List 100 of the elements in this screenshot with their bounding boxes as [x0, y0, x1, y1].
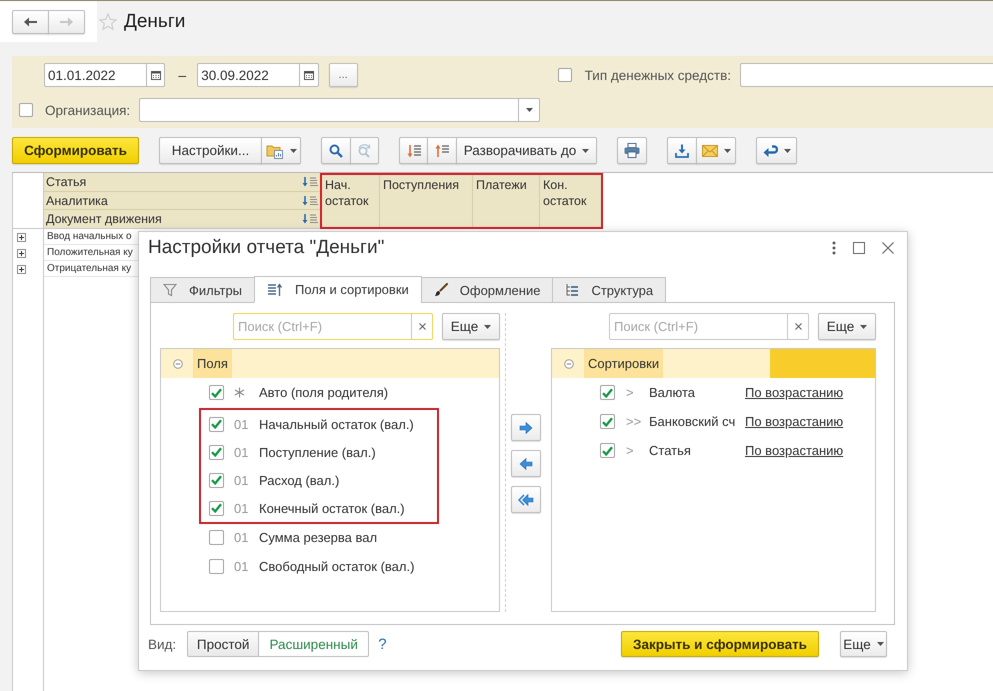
dropdown-button[interactable] — [519, 98, 540, 122]
view-option[interactable]: Расширенный — [258, 631, 370, 657]
caret-icon — [290, 148, 296, 152]
clear-button[interactable] — [411, 313, 433, 340]
caret-icon — [784, 148, 790, 152]
checkmark-icon — [211, 419, 222, 429]
field-name[interactable]: Начальный остаток (вал.) — [259, 416, 414, 432]
field-code: 01 — [234, 444, 248, 460]
header-cell[interactable]: Документ движения — [44, 210, 320, 228]
checkbox[interactable] — [209, 385, 224, 400]
close-and-generate-button[interactable]: Закрыть и сформировать — [621, 631, 819, 657]
checkmark-icon — [602, 388, 613, 398]
group-label[interactable]: Поля — [193, 349, 232, 378]
expand-icon[interactable] — [17, 248, 26, 258]
calendar-button[interactable] — [300, 63, 319, 87]
caret-icon — [484, 324, 492, 328]
organization-label: Организация: — [45, 102, 130, 118]
sort-direction-link[interactable]: По возрастанию — [745, 385, 844, 400]
search-button[interactable] — [321, 137, 351, 164]
arrow-up-list-icon — [435, 144, 449, 158]
field-code: 01 — [234, 416, 248, 432]
header-cell[interactable]: Статья — [44, 173, 320, 192]
expand-icon[interactable] — [17, 264, 26, 274]
dialog-title: Настройки отчета "Деньги" — [148, 237, 384, 259]
tab[interactable]: Поля и сортировки — [254, 276, 422, 303]
checkbox[interactable] — [209, 472, 224, 488]
return-button[interactable] — [756, 137, 797, 164]
email-button[interactable] — [696, 137, 736, 164]
field-name[interactable]: Авто (поля родителя) — [259, 385, 388, 400]
more-icon[interactable] — [832, 241, 836, 255]
field-name[interactable]: Расход (вал.) — [259, 472, 340, 488]
sort-field-name[interactable]: Банковский сч — [649, 414, 741, 429]
collapse-icon[interactable] — [173, 358, 183, 368]
checkbox[interactable] — [600, 414, 615, 429]
field-name[interactable]: Сумма резерва вал — [259, 530, 378, 545]
download-button[interactable] — [667, 137, 697, 164]
generate-button[interactable]: Сформировать — [12, 137, 139, 164]
field-name[interactable]: Свободный остаток (вал.) — [259, 559, 414, 574]
tree-header-row[interactable]: Сортировки — [552, 349, 875, 378]
tab[interactable]: Фильтры — [150, 277, 256, 303]
sort-direction-link[interactable]: По возрастанию — [745, 414, 844, 429]
expand-to-button[interactable]: Разворачивать до — [456, 137, 597, 164]
tree-structure-icon — [565, 283, 580, 297]
date-field[interactable]: 01.01.2022 — [44, 63, 147, 87]
checkbox[interactable] — [600, 443, 615, 458]
arrow-down-list-icon — [406, 144, 420, 158]
organization-field[interactable] — [139, 98, 520, 122]
calendar-button[interactable] — [147, 63, 166, 87]
star-icon[interactable] — [99, 12, 117, 30]
checkbox[interactable] — [558, 68, 572, 82]
more-button[interactable]: Еще — [818, 313, 876, 340]
close-icon[interactable] — [882, 242, 894, 254]
sort-field-name[interactable]: Валюта — [649, 385, 741, 400]
checkbox[interactable] — [209, 530, 224, 545]
search-field[interactable]: Поиск (Ctrl+F) — [233, 313, 411, 340]
help-link[interactable]: ? — [378, 636, 387, 652]
view-option[interactable]: Простой — [187, 631, 260, 657]
clear-button[interactable] — [787, 313, 809, 340]
arrow-right-icon — [60, 16, 73, 26]
page-title: Деньги — [124, 10, 186, 32]
sort-field-name[interactable]: Статья — [649, 443, 741, 458]
field-code: 01 — [234, 530, 248, 545]
checkbox[interactable] — [600, 385, 615, 400]
more-button[interactable]: Еще — [442, 313, 500, 340]
tab[interactable]: Оформление — [420, 277, 554, 303]
back-button[interactable] — [12, 10, 49, 34]
checkmark-icon — [211, 388, 222, 398]
checkbox[interactable] — [209, 444, 224, 460]
print-button[interactable] — [617, 137, 647, 164]
folder-menu-button[interactable] — [261, 137, 301, 164]
cash-type-field[interactable] — [740, 63, 993, 87]
tab[interactable]: Структура — [552, 277, 666, 303]
date-field[interactable]: 30.09.2022 — [197, 63, 300, 87]
remove-all-button[interactable] — [511, 486, 541, 513]
level-marker: >> — [626, 414, 642, 429]
checkbox[interactable] — [209, 416, 224, 432]
checkmark-icon — [211, 447, 222, 457]
sort-direction-link[interactable]: По возрастанию — [745, 443, 844, 458]
expand-icon[interactable] — [17, 232, 26, 242]
header-cell[interactable]: Аналитика — [44, 192, 320, 210]
checkbox[interactable] — [209, 559, 224, 574]
double-arrow-left-icon — [518, 494, 534, 506]
calendar-icon — [304, 70, 314, 80]
checkbox[interactable] — [209, 500, 224, 516]
arrow-down-list-button[interactable] — [399, 137, 428, 164]
period-button[interactable]: ... — [328, 63, 358, 87]
collapse-icon[interactable] — [564, 358, 574, 368]
settings-button[interactable]: Настройки... — [159, 137, 262, 164]
group-label[interactable]: Сортировки — [584, 349, 664, 378]
field-name[interactable]: Конечный остаток (вал.) — [259, 500, 405, 516]
arrow-up-list-button[interactable] — [427, 137, 457, 164]
checkbox[interactable] — [19, 103, 33, 117]
more-button[interactable]: Еще — [840, 631, 887, 657]
tree-header-row[interactable]: Поля — [161, 349, 499, 378]
remove-button[interactable] — [511, 450, 541, 477]
field-code: 01 — [234, 500, 248, 516]
search-field[interactable]: Поиск (Ctrl+F) — [609, 313, 787, 340]
maximize-icon[interactable] — [853, 242, 865, 254]
field-name[interactable]: Поступление (вал.) — [259, 444, 376, 460]
add-button[interactable] — [511, 414, 541, 441]
